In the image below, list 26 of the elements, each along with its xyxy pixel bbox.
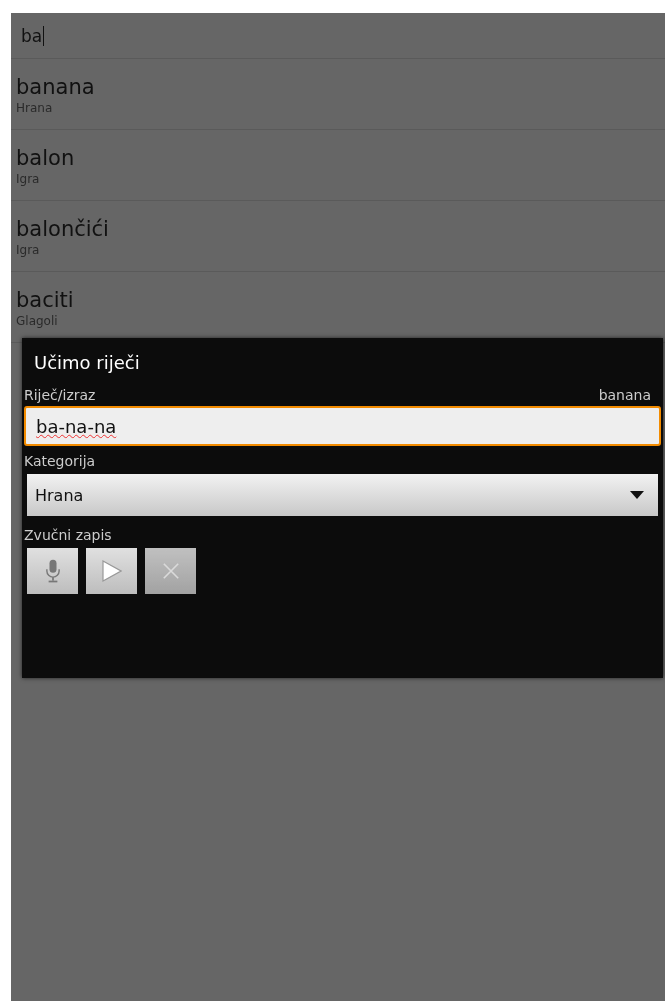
close-icon: [161, 562, 180, 580]
play-button[interactable]: [86, 548, 137, 594]
result-word: balončići: [16, 216, 110, 243]
word-input-field[interactable]: ba-na-na: [24, 406, 661, 446]
dialog-title: Učimo riječi: [33, 351, 141, 375]
result-category: Hrana: [16, 101, 54, 115]
result-item[interactable]: banana Hrana: [11, 59, 665, 130]
play-icon: [101, 560, 122, 582]
dropdown-arrow-icon: [630, 491, 644, 499]
result-item[interactable]: balon Igra: [11, 130, 665, 201]
result-word: baciti: [16, 287, 75, 314]
search-field[interactable]: ba: [11, 13, 665, 59]
field-label: Riječ/izraz: [24, 386, 96, 404]
record-button[interactable]: [27, 548, 78, 594]
result-word: banana: [16, 74, 96, 101]
category-dropdown[interactable]: Hrana: [27, 474, 658, 516]
word-hint: banana: [598, 386, 651, 404]
field-label: Zvučni zapis: [24, 526, 113, 544]
field-label: Kategorija: [24, 452, 97, 470]
result-category: Igra: [16, 172, 41, 186]
text-cursor: [43, 25, 45, 46]
result-word: balon: [16, 145, 76, 172]
result-category: Igra: [16, 243, 41, 257]
microphone-icon: [45, 559, 60, 583]
result-category: Glagoli: [16, 314, 59, 328]
result-item[interactable]: balončići Igra: [11, 201, 665, 272]
